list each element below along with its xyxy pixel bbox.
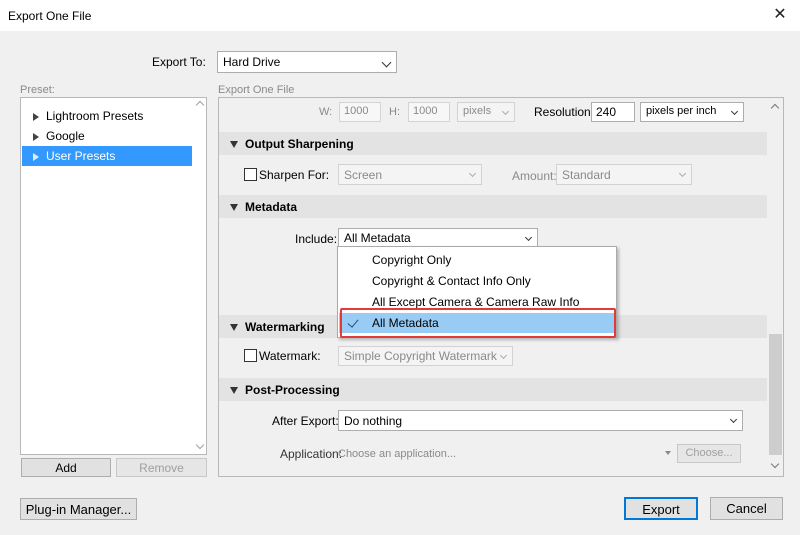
after-export-value: Do nothing [344, 414, 403, 428]
watermark-label: Watermark: [259, 349, 321, 363]
chevron-down-icon [678, 169, 687, 178]
add-preset-button[interactable]: Add [21, 458, 111, 477]
sharpen-for-label: Sharpen For: [259, 168, 330, 182]
height-label: H: [389, 106, 400, 118]
panel-title: Export One File [218, 84, 295, 96]
after-export-label: After Export: [272, 414, 339, 428]
watermark-checkbox[interactable] [244, 349, 257, 362]
sharpen-for-dropdown[interactable]: Screen [338, 164, 482, 185]
collapse-triangle-icon[interactable] [230, 204, 238, 211]
chevron-down-icon [730, 107, 739, 116]
size-unit-value: pixels [463, 105, 492, 117]
chevron-down-icon [501, 107, 510, 116]
amount-value: Standard [562, 168, 611, 182]
export-button[interactable]: Export [624, 497, 698, 520]
plugin-manager-button[interactable]: Plug-in Manager... [20, 498, 137, 520]
section-title: Watermarking [245, 320, 325, 334]
choose-application-button[interactable]: Choose... [677, 444, 741, 463]
section-post-processing[interactable]: Post-Processing [219, 378, 767, 401]
chevron-down-icon [499, 351, 508, 360]
width-label: W: [319, 106, 333, 118]
collapse-triangle-icon[interactable] [230, 141, 238, 148]
section-title: Metadata [245, 200, 298, 214]
include-dropdown[interactable]: All Metadata [338, 228, 538, 248]
section-output-sharpening[interactable]: Output Sharpening [219, 132, 767, 155]
collapse-triangle-icon[interactable] [230, 387, 238, 394]
preset-item-google[interactable]: Google [22, 126, 192, 146]
preset-scrollbar[interactable] [194, 98, 206, 454]
include-value: All Metadata [344, 231, 411, 245]
application-input[interactable]: Choose an application... [338, 448, 456, 460]
chevron-down-icon [524, 233, 533, 242]
export-to-dropdown[interactable]: Hard Drive [217, 51, 397, 73]
after-export-dropdown[interactable]: Do nothing [338, 410, 743, 431]
scroll-down-icon[interactable] [195, 440, 205, 450]
resolution-label: Resolution: [534, 105, 595, 119]
resolution-unit-dropdown[interactable]: pixels per inch [640, 102, 744, 122]
remove-preset-button[interactable]: Remove [116, 458, 207, 477]
cancel-button[interactable]: Cancel [710, 497, 783, 520]
watermark-value: Simple Copyright Watermark [344, 349, 497, 363]
collapse-triangle-icon[interactable] [230, 324, 238, 331]
chevron-down-icon [468, 169, 477, 178]
scroll-up-icon[interactable] [770, 103, 780, 113]
preset-list[interactable]: Lightroom Presets Google User Presets [20, 97, 207, 455]
preset-label: Preset: [20, 84, 55, 96]
watermark-dropdown[interactable]: Simple Copyright Watermark [338, 346, 513, 366]
highlight-box [340, 308, 616, 338]
window-title: Export One File [8, 9, 92, 23]
sharpen-for-value: Screen [344, 168, 383, 182]
scrollbar-thumb[interactable] [769, 334, 782, 455]
scroll-up-icon[interactable] [195, 100, 205, 110]
sharpen-for-checkbox[interactable] [244, 168, 257, 181]
section-title: Output Sharpening [245, 137, 354, 151]
preset-item-user-presets[interactable]: User Presets [22, 146, 192, 166]
application-dropdown-icon[interactable] [665, 451, 671, 455]
settings-scrollbar[interactable] [767, 98, 783, 476]
menu-item-copyright-only[interactable]: Copyright Only [339, 250, 615, 270]
section-title: Post-Processing [245, 383, 340, 397]
preset-item-label: Lightroom Presets [46, 109, 144, 123]
height-input[interactable]: 1000 [408, 102, 450, 122]
chevron-down-icon [729, 415, 738, 424]
expand-triangle-icon[interactable] [33, 113, 39, 121]
resolution-input[interactable]: 240 [591, 102, 635, 122]
scroll-down-icon[interactable] [770, 459, 780, 469]
size-unit-dropdown[interactable]: pixels [457, 102, 515, 122]
expand-triangle-icon[interactable] [33, 133, 39, 141]
export-to-label: Export To: [152, 55, 206, 69]
title-bar: Export One File ✕ [0, 0, 800, 32]
include-label: Include: [295, 232, 338, 246]
preset-item-lightroom-presets[interactable]: Lightroom Presets [22, 106, 192, 126]
preset-item-label: User Presets [46, 149, 116, 163]
expand-triangle-icon[interactable] [33, 153, 39, 161]
amount-label: Amount: [512, 169, 557, 183]
application-label: Application: [280, 447, 343, 461]
section-metadata[interactable]: Metadata [219, 195, 767, 218]
preset-item-label: Google [46, 129, 85, 143]
resolution-unit-value: pixels per inch [646, 105, 717, 117]
width-input[interactable]: 1000 [339, 102, 381, 122]
amount-dropdown[interactable]: Standard [556, 164, 692, 185]
export-to-value: Hard Drive [223, 55, 281, 69]
close-icon[interactable]: ✕ [770, 5, 790, 25]
menu-item-copyright-contact[interactable]: Copyright & Contact Info Only [339, 271, 615, 291]
chevron-down-icon [381, 57, 392, 68]
